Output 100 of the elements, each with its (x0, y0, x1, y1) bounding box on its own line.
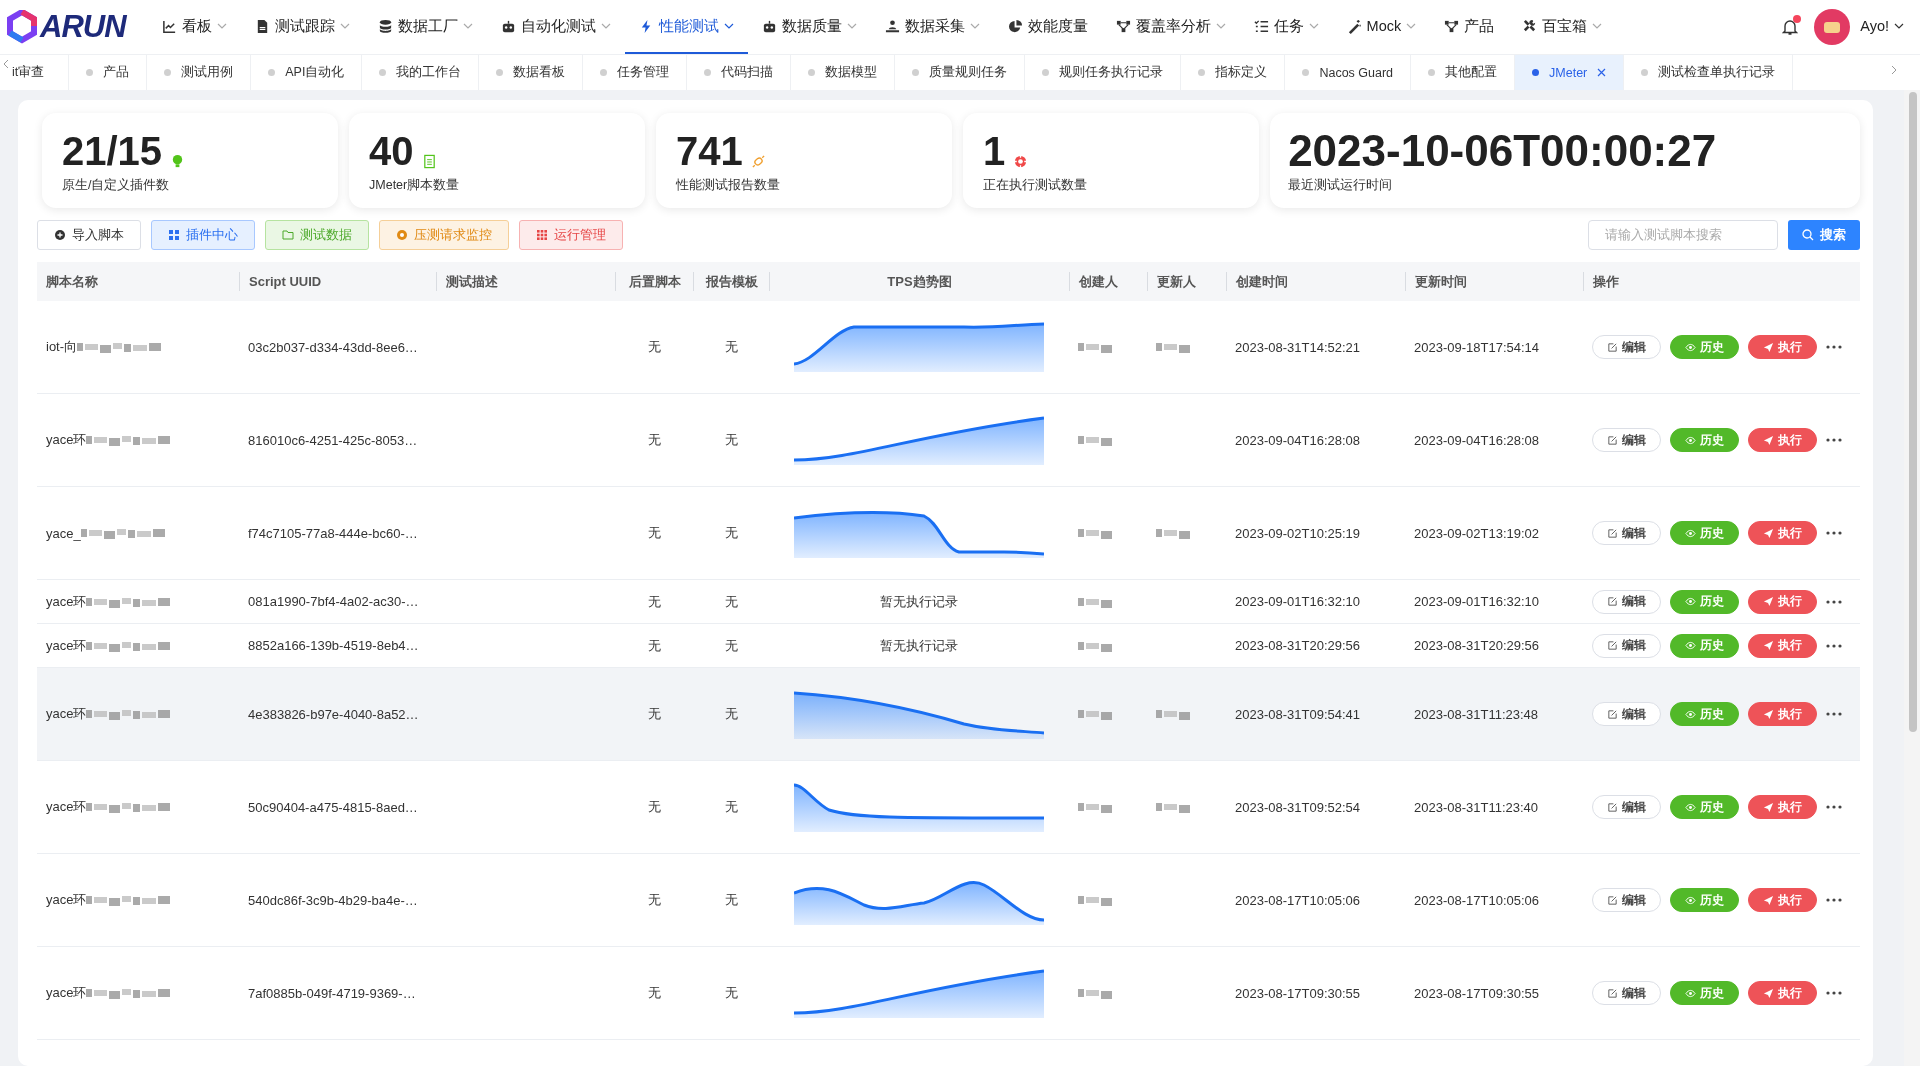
stat-label: 性能测试报告数量 (676, 177, 782, 194)
page-tab[interactable]: 产品 (69, 55, 148, 90)
table-cell-text: 2023-09-04T16:28:08 (1413, 431, 1541, 450)
page-tab[interactable]: API自动化 (251, 55, 363, 90)
more-icon[interactable] (1826, 643, 1842, 648)
page-tab[interactable]: 数据看板 (479, 55, 584, 90)
more-icon[interactable] (1826, 599, 1842, 604)
edit-button[interactable]: 编辑 (1592, 888, 1661, 912)
edit-button[interactable]: 编辑 (1592, 981, 1661, 1005)
network-icon (1444, 18, 1460, 34)
send-icon (1763, 527, 1774, 539)
column-header: 创建人 (1069, 272, 1147, 291)
nav-menu-item[interactable]: 数据工厂 (363, 0, 487, 54)
page-tab[interactable]: 任务管理 (583, 55, 688, 90)
page-tab[interactable]: 代码扫描 (687, 55, 792, 90)
list-icon (1253, 18, 1269, 34)
edit-icon (1607, 341, 1618, 353)
table-cell-text: 无 (723, 592, 739, 611)
table-cell-text: 50c90404-a475-4815-8aed… (247, 798, 419, 817)
nav-menu-item[interactable]: 数据采集 (870, 0, 994, 54)
table-cell-text: 无 (723, 705, 739, 723)
page-tab[interactable]: Nacos Guard (1285, 55, 1412, 90)
script-name: yace环 (46, 592, 87, 611)
toolbar-button[interactable]: 运行管理 (519, 220, 623, 250)
toolbar-button[interactable]: 插件中心 (151, 220, 255, 250)
edit-icon (1607, 708, 1618, 720)
nav-menu-item[interactable]: 数据质量 (747, 0, 871, 54)
table-cell-text: 540dc86f-3c9b-4b29-ba4e-… (247, 891, 419, 910)
table-cell-text: 2023-08-17T09:30:55 (1413, 984, 1541, 1003)
eye-icon (1685, 640, 1696, 651)
page-tab[interactable]: 数据模型 (791, 55, 896, 90)
edit-button[interactable]: 编辑 (1592, 428, 1661, 452)
page-tab[interactable]: 测试用例 (147, 55, 252, 90)
table-cell-text: 2023-08-31T09:52:54 (1234, 798, 1362, 817)
nav-menu-item[interactable]: 测试跟踪 (240, 0, 364, 54)
chevron-down-icon (1894, 21, 1904, 31)
more-icon[interactable] (1826, 805, 1842, 809)
edit-button[interactable]: 编辑 (1592, 702, 1661, 726)
send-icon (1763, 894, 1774, 906)
more-icon[interactable] (1826, 531, 1842, 535)
script-name: yace_ (46, 525, 81, 541)
nav-menu-item[interactable]: 产品 (1430, 0, 1509, 54)
edit-icon (1607, 434, 1618, 446)
table-cell-text: 无 (646, 431, 662, 449)
edit-button[interactable]: 编辑 (1592, 521, 1661, 545)
stat-value: 2023-10-06T00:00:27 (1288, 129, 1717, 173)
edit-button[interactable]: 编辑 (1592, 335, 1661, 359)
send-icon (1763, 341, 1774, 353)
page-tab[interactable]: 测试检查单执行记录 (1624, 55, 1794, 90)
table-cell-text: 无 (723, 524, 739, 542)
more-icon[interactable] (1826, 345, 1842, 349)
edit-icon (1607, 596, 1618, 607)
nav-menu-item[interactable]: 自动化测试 (486, 0, 625, 54)
column-header: 报告模板 (693, 272, 769, 291)
search-field[interactable]: 请输入测试脚本搜索 (1588, 220, 1778, 250)
page-tab[interactable]: it审查 (0, 55, 70, 90)
stat-label: 最近测试运行时间 (1288, 177, 1394, 194)
nav-menu-item[interactable]: 看板 (147, 0, 241, 54)
send-icon (1763, 434, 1774, 446)
more-icon[interactable] (1826, 898, 1842, 902)
user-menu[interactable]: Ayo! (1860, 18, 1904, 36)
nav-menu-item[interactable]: 覆盖率分析 (1101, 0, 1240, 54)
table-cell-text: 2023-08-31T14:52:21 (1234, 338, 1362, 357)
page-tab[interactable]: JMeter (1515, 55, 1625, 90)
table-cell-text: 816010c6-4251-425c-8053… (247, 431, 419, 450)
nav-menu-item[interactable]: 百宝箱 (1508, 0, 1617, 54)
nav-menu-item[interactable]: Mock (1332, 0, 1431, 54)
nav-menu-item[interactable]: 任务 (1239, 0, 1333, 54)
table-cell-text: 8852a166-139b-4519-8eb4… (247, 637, 420, 655)
search-button[interactable]: 搜索 (1788, 220, 1860, 250)
column-header: 更新时间 (1405, 272, 1583, 291)
table-cell-text: 2023-08-17T10:05:06 (1234, 891, 1362, 910)
toolbar-button[interactable]: 导入脚本 (37, 220, 141, 250)
stat-value: 21/15 (62, 129, 163, 173)
table-cell-text: 2023-09-04T16:28:08 (1234, 431, 1362, 450)
scrollbar-thumb[interactable] (1909, 92, 1917, 732)
edit-button[interactable]: 编辑 (1592, 795, 1661, 819)
more-icon[interactable] (1826, 712, 1842, 716)
script-name: yace环 (46, 705, 87, 723)
page-tab[interactable]: 我的工作台 (362, 55, 480, 90)
table-cell-text: 无 (646, 592, 662, 611)
nav-menu-item[interactable]: 效能度量 (993, 0, 1102, 54)
candy-icon (750, 154, 766, 169)
more-icon[interactable] (1826, 991, 1842, 995)
edit-button[interactable]: 编辑 (1592, 633, 1661, 658)
table-cell-text: 7af0885b-049f-4719-9369-… (247, 984, 417, 1003)
page-tab[interactable]: 质量规则任务 (895, 55, 1026, 90)
table-cell-text: 无 (646, 984, 662, 1002)
stat-value: 741 (676, 129, 743, 173)
page-tab[interactable]: 指标定义 (1181, 55, 1286, 90)
more-icon[interactable] (1826, 438, 1842, 442)
edit-icon (1607, 987, 1618, 999)
grid-icon (168, 229, 180, 241)
table-cell-text: 无 (646, 798, 662, 816)
table-cell-text: 2023-09-18T17:54:14 (1413, 338, 1541, 357)
page-tab[interactable]: 规则任务执行记录 (1025, 55, 1182, 90)
table-cell-text: 2023-08-17T10:05:06 (1413, 891, 1541, 910)
stat-label: 正在执行测试数量 (983, 177, 1089, 194)
edit-button[interactable]: 编辑 (1592, 589, 1661, 614)
send-icon (1763, 708, 1774, 720)
